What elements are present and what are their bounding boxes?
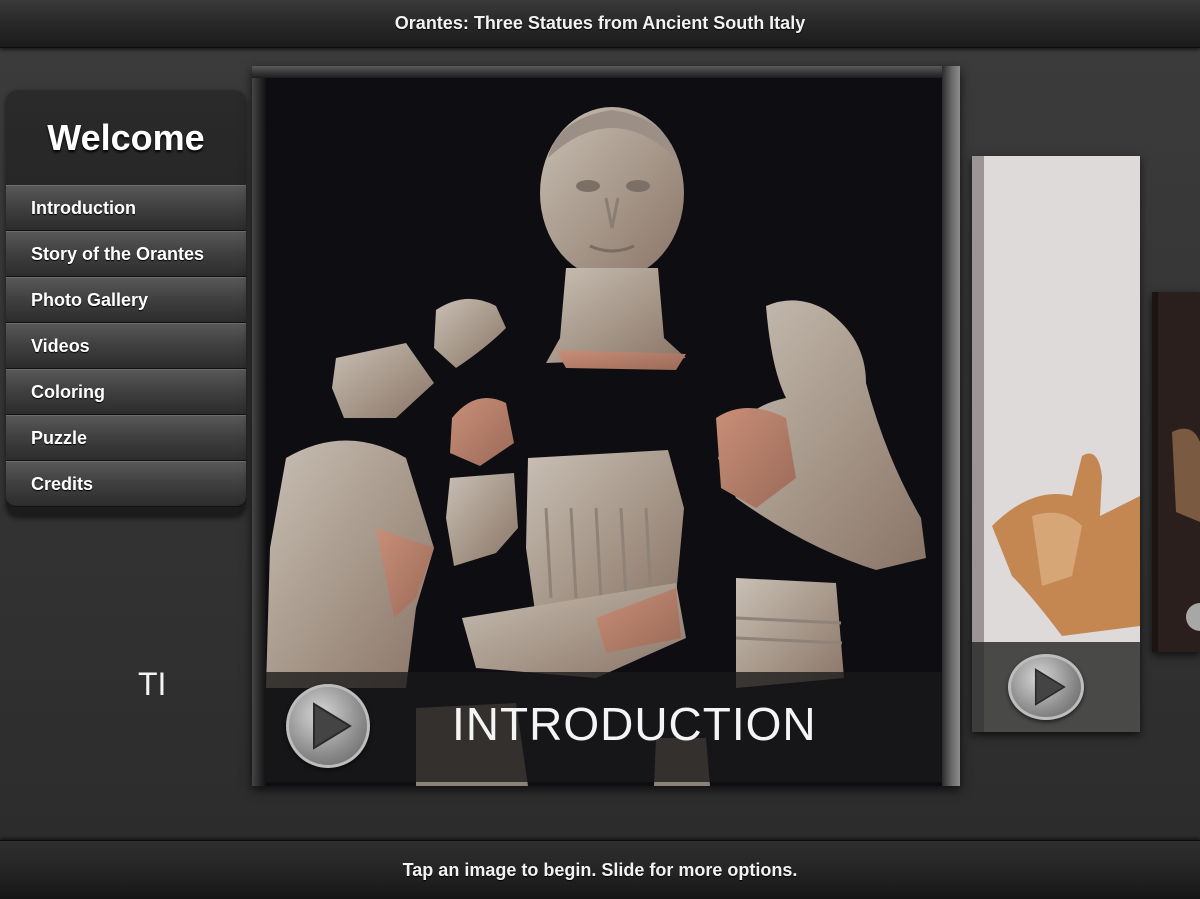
menu-item-coloring[interactable]: Coloring — [6, 369, 246, 415]
sidebar-menu: Welcome Introduction Story of the Orante… — [6, 90, 246, 516]
app-title: Orantes: Three Statues from Ancient Sout… — [394, 13, 806, 33]
menu-item-story-of-the-orantes[interactable]: Story of the Orantes — [6, 231, 246, 277]
menu-item-credits[interactable]: Credits — [6, 461, 246, 507]
sidebar-title: Welcome — [47, 116, 205, 158]
menu-item-label: Videos — [31, 335, 90, 356]
menu-item-puzzle[interactable]: Puzzle — [6, 415, 246, 461]
card-caption: INTRODUCTION — [452, 698, 817, 750]
title-bar: Orantes: Three Statues from Ancient Sout… — [0, 0, 1200, 48]
play-icon — [313, 702, 352, 750]
play-button[interactable] — [286, 684, 370, 768]
footer-hint: Tap an image to begin. Slide for more op… — [402, 859, 798, 880]
menu-item-label: Credits — [31, 473, 94, 494]
card-caption: TI — [138, 666, 167, 702]
menu-item-label: Puzzle — [31, 427, 88, 448]
card-frame-top — [252, 66, 960, 78]
menu-item-label: Introduction — [31, 197, 136, 218]
menu-item-label: Coloring — [31, 381, 105, 402]
menu-item-photo-gallery[interactable]: Photo Gallery — [6, 277, 246, 323]
play-button[interactable] — [1008, 654, 1084, 720]
card-frame-right — [942, 66, 960, 786]
card-frame-left — [252, 66, 266, 786]
footer-bar: Tap an image to begin. Slide for more op… — [0, 840, 1200, 899]
carousel-card-introduction[interactable] — [252, 66, 960, 786]
menu-item-videos[interactable]: Videos — [6, 323, 246, 369]
menu-item-introduction[interactable]: Introduction — [6, 185, 246, 231]
carousel-card-next[interactable] — [972, 156, 1140, 732]
play-icon — [1034, 668, 1066, 706]
menu-item-label: Photo Gallery — [31, 289, 149, 310]
statue-photo-card3 — [1152, 292, 1200, 652]
carousel-card-third[interactable] — [1152, 292, 1200, 652]
menu-item-label: Story of the Orantes — [31, 243, 205, 264]
